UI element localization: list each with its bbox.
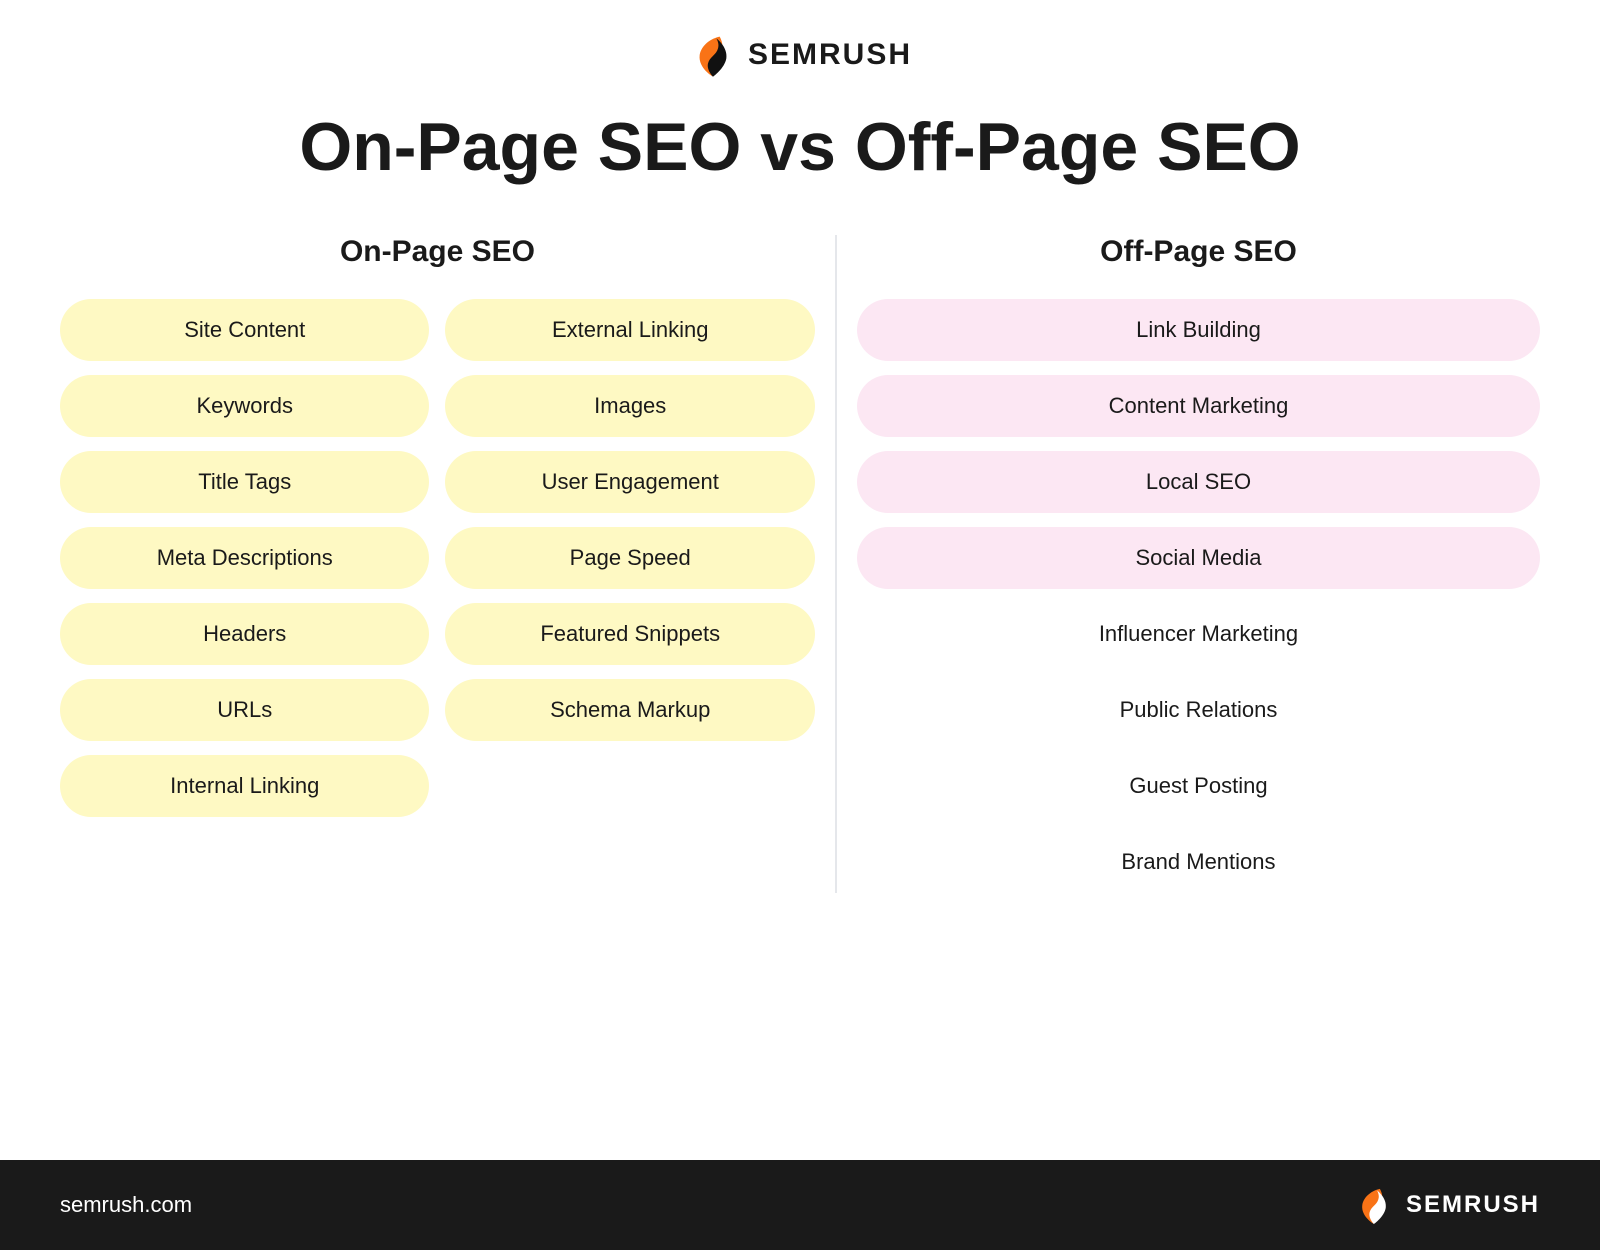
on-page-right-pill: User Engagement (445, 451, 814, 513)
off-page-pill: Guest Posting (857, 755, 1540, 817)
footer-url: semrush.com (60, 1192, 192, 1218)
column-divider (835, 235, 837, 893)
on-page-right-pill: Schema Markup (445, 679, 814, 741)
off-page-title: Off-Page SEO (1100, 235, 1297, 269)
on-page-right-pill: Images (445, 375, 814, 437)
footer-logo: SEMRUSH (1352, 1183, 1540, 1227)
on-page-right-pill: External Linking (445, 299, 814, 361)
on-page-right-pills: External Linking Images User Engagement Pag… (445, 299, 814, 817)
off-page-pill: Social Media (857, 527, 1540, 589)
off-page-pill: Brand Mentions (857, 831, 1540, 893)
off-page-pill: Content Marketing (857, 375, 1540, 437)
off-page-column: Off-Page SEO Link Building Content Market… (857, 235, 1540, 893)
semrush-logo-icon (688, 30, 738, 80)
columns-wrapper: On-Page SEO Site Content Keywords Title Ta… (60, 235, 1540, 893)
page-title: On-Page SEO vs Off-Page SEO (299, 110, 1300, 185)
header-logo-text: SEMRUSH (748, 38, 912, 72)
on-page-left-pill: Headers (60, 603, 429, 665)
on-page-right-pill: Featured Snippets (445, 603, 814, 665)
on-page-pills-wrapper: Site Content Keywords Title Tags Meta Descr… (60, 299, 815, 817)
on-page-column: On-Page SEO Site Content Keywords Title Ta… (60, 235, 815, 893)
off-page-pill: Link Building (857, 299, 1540, 361)
on-page-left-pill: URLs (60, 679, 429, 741)
off-page-pills-wrapper: Link Building Content Marketing Local SEO S… (857, 299, 1540, 893)
on-page-left-pills: Site Content Keywords Title Tags Meta Descr… (60, 299, 429, 817)
main-content: SEMRUSH On-Page SEO vs Off-Page SEO On-P… (0, 0, 1600, 1160)
off-page-pill: Local SEO (857, 451, 1540, 513)
on-page-left-pill: Meta Descriptions (60, 527, 429, 589)
footer-logo-icon (1352, 1183, 1396, 1227)
off-page-pill: Public Relations (857, 679, 1540, 741)
footer-logo-text: SEMRUSH (1406, 1191, 1540, 1219)
on-page-left-pill: Title Tags (60, 451, 429, 513)
footer: semrush.com SEMRUSH (0, 1160, 1600, 1250)
on-page-right-pill: Page Speed (445, 527, 814, 589)
on-page-left-pill: Internal Linking (60, 755, 429, 817)
off-page-pill: Influencer Marketing (857, 603, 1540, 665)
on-page-title: On-Page SEO (340, 235, 535, 269)
header-logo: SEMRUSH (688, 30, 912, 80)
on-page-left-pill: Keywords (60, 375, 429, 437)
on-page-left-pill: Site Content (60, 299, 429, 361)
